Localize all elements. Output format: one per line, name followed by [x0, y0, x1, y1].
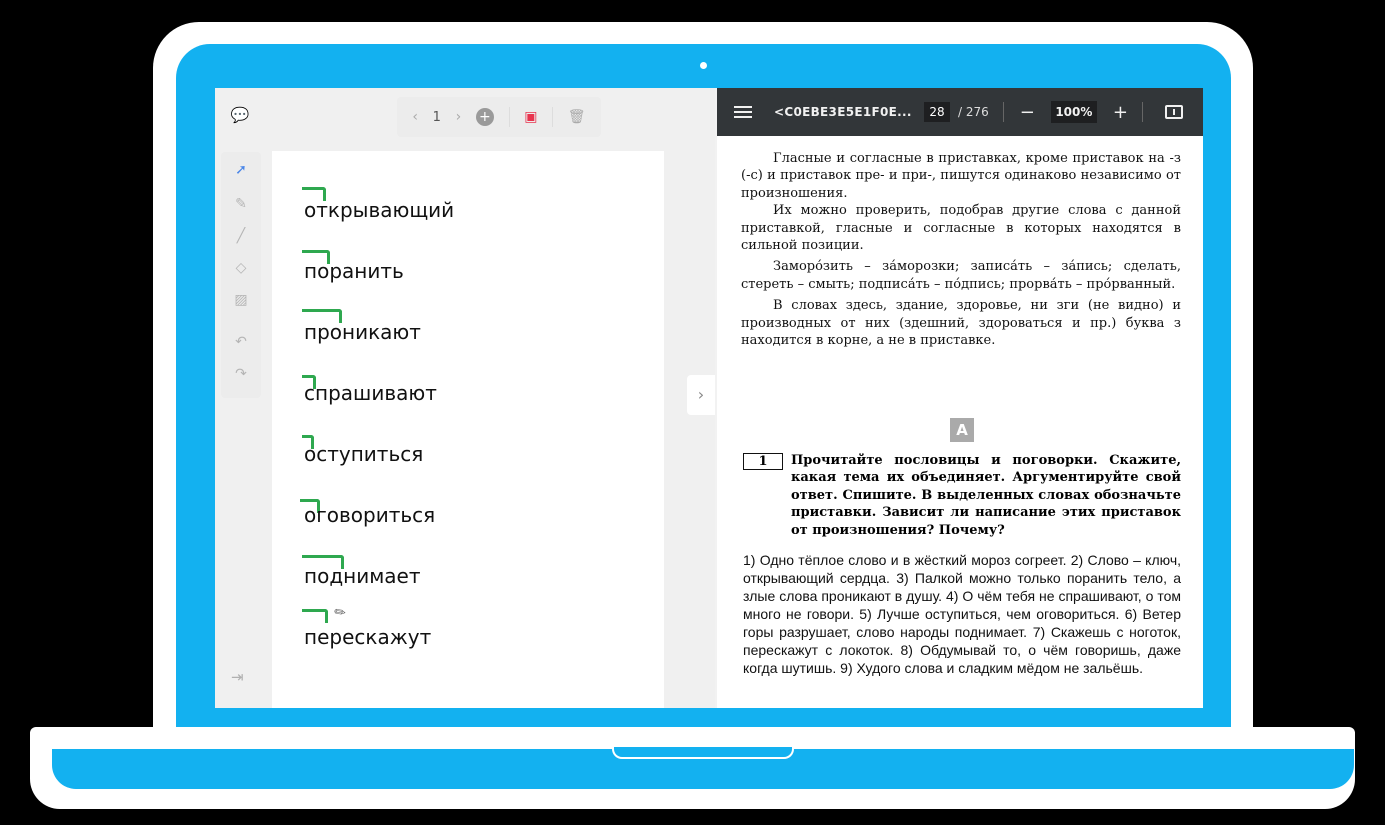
exercise-task: 1 Прочитайте пословицы и поговорки. Скаж…: [743, 452, 1181, 539]
rule-paragraph: Гласные и согласные в приставках, кроме …: [741, 151, 1181, 201]
select-cursor-icon[interactable]: ➚: [231, 160, 251, 180]
zoom-in-button[interactable]: +: [1113, 102, 1128, 123]
word-item: открывающий: [304, 198, 455, 222]
word-item: оступиться: [304, 442, 424, 466]
exercise-instructions: Прочитайте пословицы и поговорки. Скажит…: [791, 453, 1181, 538]
collapse-panel-button[interactable]: ›: [687, 375, 715, 415]
toolbar-divider: [1002, 102, 1004, 122]
zoom-level[interactable]: 100%: [1050, 101, 1097, 123]
whiteboard-app: 💬 ‹ 1 › + ▣ 🗑 ➚ ✎ ╱ ◇ ▨ ↶ ↷ ⇥ открывающи…: [215, 88, 715, 708]
prev-page-button[interactable]: ‹: [412, 109, 418, 125]
word-item: поднимает: [304, 564, 421, 588]
word-item: спрашивают: [304, 381, 437, 405]
word-item: поранить: [304, 259, 404, 283]
rule-paragraph: В словах здесь, здание, здоровье, ни зги…: [741, 298, 1181, 349]
laptop-base-notch: [612, 747, 794, 759]
line-tool-icon[interactable]: ╱: [231, 226, 251, 246]
add-page-button[interactable]: +: [475, 108, 494, 126]
section-badge: A: [950, 418, 974, 442]
board-canvas[interactable]: открывающий поранить проникают спрашиваю…: [272, 151, 664, 708]
prefix-mark: [302, 609, 328, 623]
undo-icon[interactable]: ↶: [231, 332, 251, 352]
pencil-icon[interactable]: ✎: [231, 194, 251, 214]
pdf-toolbar: <C0EBE3E5E1F0E... 28 / 276 − 100% +: [717, 88, 1203, 136]
board-page-toolbar: ‹ 1 › + ▣ 🗑: [397, 97, 601, 137]
eraser-icon[interactable]: ◇: [231, 258, 251, 278]
toolbar-divider: [508, 107, 510, 127]
example-paragraph: Заморо́зить – за́морозки; записа́ть – за…: [741, 259, 1181, 292]
trash-icon[interactable]: 🗑: [568, 109, 586, 125]
word-item: проникают: [304, 320, 421, 344]
proverbs-text: 1) Одно тёплое слово и в жёсткий мороз с…: [743, 552, 1181, 676]
pencil-cursor-icon: ✏: [332, 604, 348, 622]
page-number-input[interactable]: 28: [924, 102, 950, 122]
pdf-page: Гласные и согласные в приставках, кроме …: [741, 150, 1181, 349]
word-item: перескажут: [304, 625, 432, 649]
present-screen-icon[interactable]: ▣: [524, 109, 537, 125]
laptop-mockup: 💬 ‹ 1 › + ▣ 🗑 ➚ ✎ ╱ ◇ ▨ ↶ ↷ ⇥ открывающи…: [0, 0, 1385, 825]
exercise-number: 1: [743, 453, 783, 470]
word-item: оговориться: [304, 503, 436, 527]
pdf-viewer: <C0EBE3E5E1F0E... 28 / 276 − 100% + Глас…: [717, 88, 1203, 708]
chat-icon[interactable]: 💬: [225, 100, 255, 130]
fit-page-icon[interactable]: [1164, 105, 1183, 119]
toolbar-divider: [1141, 102, 1143, 122]
page-number: 1: [432, 109, 441, 125]
image-insert-icon[interactable]: ▨: [231, 290, 251, 310]
document-title: <C0EBE3E5E1F0E...: [774, 105, 912, 119]
rule-paragraph: Их можно проверить, подобрав другие слов…: [741, 203, 1181, 254]
zoom-out-button[interactable]: −: [1020, 102, 1035, 123]
page-total: / 276: [958, 105, 989, 119]
next-page-button[interactable]: ›: [456, 109, 462, 125]
drawing-tools: ➚ ✎ ╱ ◇ ▨ ↶ ↷: [221, 152, 261, 398]
toolbar-divider: [552, 107, 554, 127]
camera-dot: [700, 62, 707, 69]
screen: 💬 ‹ 1 › + ▣ 🗑 ➚ ✎ ╱ ◇ ▨ ↶ ↷ ⇥ открывающи…: [215, 88, 1203, 708]
exit-icon[interactable]: ⇥: [231, 668, 244, 686]
redo-icon[interactable]: ↷: [231, 364, 251, 384]
menu-icon[interactable]: [734, 103, 752, 121]
